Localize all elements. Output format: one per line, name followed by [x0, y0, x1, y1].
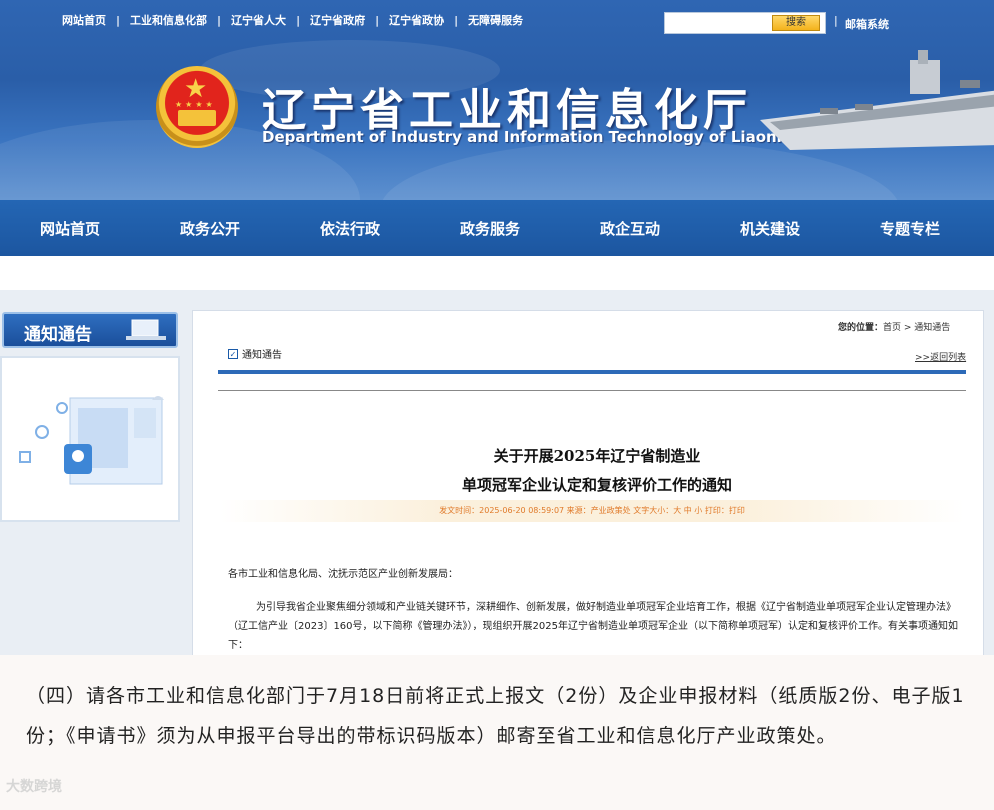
top-link-home[interactable]: 网站首页: [62, 12, 106, 28]
office-illustration-icon: [19, 396, 164, 485]
article-meta: 发文时间：2025-06-20 08:59:07 来源：产业政策处 文字大小：大…: [220, 500, 964, 522]
top-links: 网站首页 | 工业和信息化部 | 辽宁省人大 | 辽宁省政府 | 辽宁省政协 |…: [62, 12, 524, 28]
emblem-small-stars-icon: ★★★★: [175, 100, 216, 109]
divider: [218, 390, 966, 391]
section-tag-label: 通知通告: [242, 350, 282, 361]
article-salutation: 各市工业和信息化局、沈抚示范区产业创新发展局：: [228, 569, 458, 580]
search-button[interactable]: 搜索: [772, 15, 820, 31]
nav-item-services[interactable]: 政务服务: [420, 218, 560, 239]
nav-item-law[interactable]: 依法行政: [280, 218, 420, 239]
nav-item-party[interactable]: 机关建设: [700, 218, 840, 239]
monitor-icon: [126, 319, 166, 340]
breadcrumb-label: 您的位置：: [838, 323, 884, 333]
nav-item-interaction[interactable]: 政企互动: [560, 218, 700, 239]
section-tag: ✓ 通知通告: [228, 346, 282, 361]
zoomed-excerpt-text: （四）请各市工业和信息化部门于7月18日前将正式上报文（2份）及企业申报材料（纸…: [26, 685, 965, 747]
nav-item-gov-affairs[interactable]: 政务公开: [140, 218, 280, 239]
breadcrumb: 您的位置：首页 > 通知通告: [838, 320, 950, 333]
top-link-miit[interactable]: 工业和信息化部: [130, 12, 207, 28]
top-link-accessibility[interactable]: 无障碍服务: [468, 12, 523, 28]
top-link-cppcc[interactable]: 辽宁省政协: [389, 12, 444, 28]
checkbox-icon: ✓: [228, 348, 238, 359]
sidebar-illustration: [0, 356, 180, 522]
mail-link[interactable]: 邮箱系统: [845, 16, 889, 32]
article-title-line2: 单项冠军企业认定和复核评价工作的通知: [461, 476, 732, 494]
top-link-government[interactable]: 辽宁省政府: [310, 12, 365, 28]
aircraft-carrier-icon: [760, 50, 994, 150]
back-to-list-link[interactable]: >>返回列表: [915, 350, 966, 363]
nav-item-home[interactable]: 网站首页: [0, 218, 140, 239]
emblem-gate-icon: [178, 110, 216, 126]
main-nav: 网站首页 政务公开 依法行政 政务服务 政企互动 机关建设 专题专栏: [0, 200, 994, 256]
article-title-line1: 关于开展2025年辽宁省制造业: [493, 447, 701, 465]
sidebar-header[interactable]: 通知通告: [2, 312, 178, 348]
breadcrumb-path[interactable]: 首页 > 通知通告: [883, 323, 950, 333]
article-paragraph: 为引导我省企业聚焦细分领域和产业链关键环节，深耕细作、创新发展，做好制造业单项冠…: [228, 602, 958, 651]
divider: [218, 370, 966, 374]
top-link-congress[interactable]: 辽宁省人大: [231, 12, 286, 28]
watermark: 大数跨境: [6, 779, 62, 795]
sidebar-title: 通知通告: [24, 325, 92, 345]
nav-item-topics[interactable]: 专题专栏: [840, 218, 980, 239]
